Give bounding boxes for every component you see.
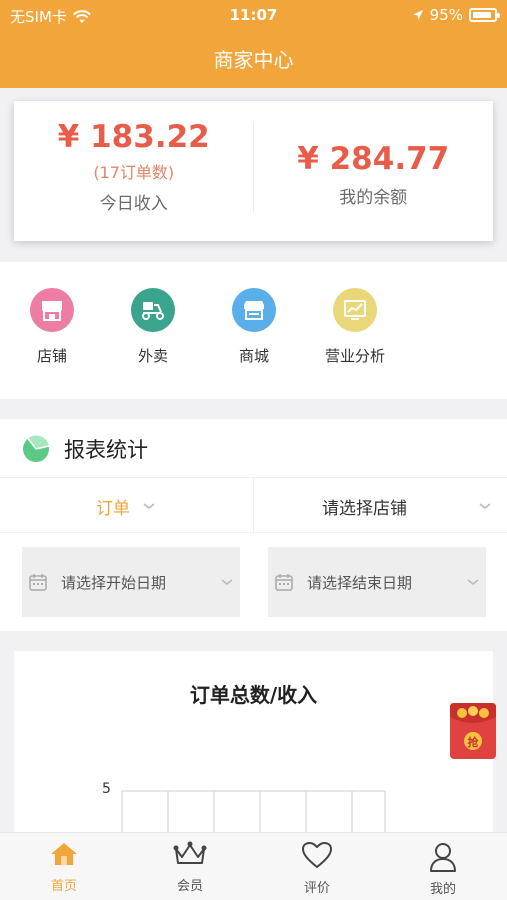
type-filter-dropdown[interactable]: 订单: [96, 478, 156, 534]
balance[interactable]: ¥ 284.77 我的余额: [254, 101, 494, 241]
chevron-down-icon: [467, 579, 479, 585]
start-date-picker[interactable]: 请选择开始日期: [22, 547, 240, 617]
today-amount: ¥ 183.22: [57, 119, 210, 155]
quick-menu: 店铺 外卖 商城 营业分析: [0, 262, 507, 399]
calendar-icon: [275, 574, 293, 591]
store-filter-value: 请选择店铺: [322, 498, 407, 519]
store-filter-dropdown[interactable]: 请选择店铺: [322, 478, 407, 534]
shop-icon: [232, 288, 276, 332]
type-filter-value: 订单: [96, 498, 130, 519]
tab-profile[interactable]: 我的: [393, 841, 493, 897]
tab-member[interactable]: 会员: [140, 841, 240, 894]
menu-item-mall[interactable]: 商城: [204, 288, 304, 366]
red-packet-button[interactable]: 抢: [450, 703, 496, 759]
report-section: 报表统计 订单 请选择店铺 请选择开始日期 请选择结束日期: [0, 419, 507, 631]
today-income-label: 今日收入: [99, 194, 168, 214]
menu-label-mall: 商城: [238, 347, 269, 365]
status-bar: 无SIM卡 11:07 95%: [0, 0, 507, 32]
home-icon: [51, 843, 77, 865]
tab-label-profile: 我的: [429, 882, 456, 897]
app-header: 无SIM卡 11:07 95% 商家中心: [0, 0, 507, 88]
chevron-down-icon: [143, 503, 155, 509]
menu-item-delivery[interactable]: 外卖: [103, 288, 203, 366]
chevron-down-icon: [479, 503, 491, 509]
today-income[interactable]: ¥ 183.22 (17订单数) 今日收入: [14, 101, 254, 241]
store-icon: [30, 288, 74, 332]
balance-label: 我的余额: [339, 188, 408, 208]
menu-item-analytics[interactable]: 营业分析: [305, 288, 405, 366]
pie-chart-icon: [23, 435, 50, 462]
crown-icon: [173, 841, 207, 864]
income-card: ¥ 183.22 (17订单数) 今日收入 ¥ 284.77 我的余额: [14, 101, 493, 241]
end-date-placeholder: 请选择结束日期: [307, 573, 413, 592]
bottom-tab-bar: 首页 会员 评价 我的: [0, 832, 507, 900]
tab-label-home: 首页: [50, 879, 77, 894]
heart-icon: [302, 842, 332, 868]
analytics-chart-icon: [333, 288, 377, 332]
person-icon: [430, 843, 456, 872]
status-right: 95%: [412, 6, 500, 24]
battery-icon: [469, 8, 500, 22]
end-date-picker[interactable]: 请选择结束日期: [268, 547, 486, 617]
filter-divider: [253, 478, 254, 534]
calendar-icon: [29, 574, 47, 591]
menu-item-store[interactable]: 店铺: [2, 288, 102, 366]
store-filter-chevron[interactable]: [478, 478, 492, 534]
report-title: 报表统计: [64, 438, 148, 462]
page-title: 商家中心: [213, 48, 294, 72]
filter-row: 订单 请选择店铺: [0, 477, 507, 534]
location-arrow-icon: [412, 10, 423, 20]
chart-grid: [121, 790, 386, 851]
chart-card: 订单总数/收入 5: [14, 651, 493, 851]
menu-label-delivery: 外卖: [137, 347, 168, 365]
report-header: 报表统计: [22, 433, 148, 465]
tab-label-review: 评价: [303, 881, 330, 896]
tab-review[interactable]: 评价: [267, 841, 367, 896]
today-order-count: (17订单数): [93, 163, 175, 182]
delivery-scooter-icon: [131, 288, 175, 332]
start-date-placeholder: 请选择开始日期: [61, 573, 167, 592]
battery-percent: 95%: [429, 6, 463, 24]
red-packet-icon: [450, 703, 496, 750]
balance-amount: ¥ 284.77: [297, 141, 450, 177]
menu-label-store: 店铺: [36, 347, 67, 365]
tab-label-member: 会员: [176, 879, 203, 894]
menu-label-analytics: 营业分析: [324, 347, 385, 365]
chevron-down-icon: [221, 579, 233, 585]
tab-home[interactable]: 首页: [14, 841, 114, 894]
red-packet-label: 抢: [467, 736, 479, 749]
